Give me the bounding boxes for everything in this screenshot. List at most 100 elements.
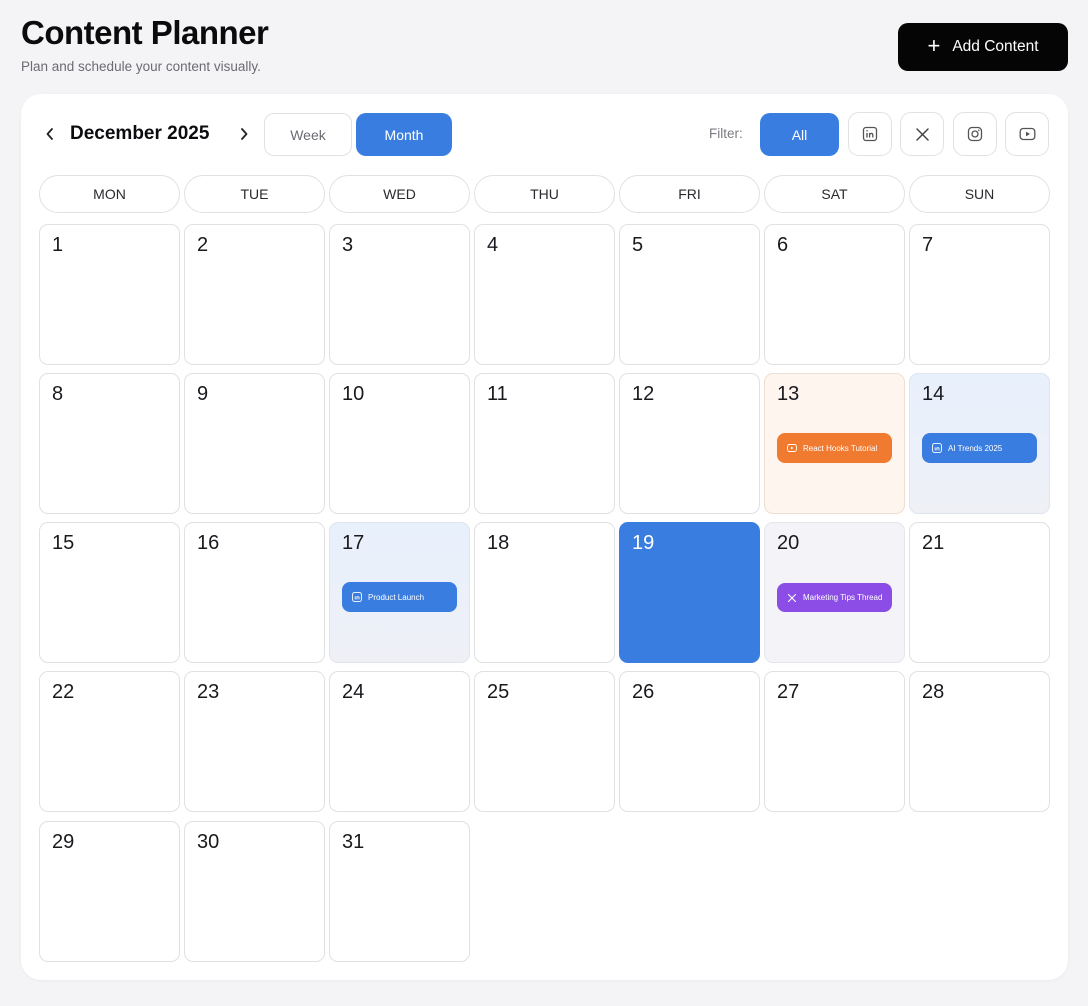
- day-cell-26[interactable]: 26: [619, 671, 760, 812]
- x-icon: [787, 593, 797, 602]
- day-number: 17: [342, 532, 365, 554]
- day-cell-1[interactable]: 1: [39, 224, 180, 365]
- day-cell-3[interactable]: 3: [329, 224, 470, 365]
- day-cell-20[interactable]: 20 Marketing Tips Thread: [764, 522, 905, 663]
- page-subtitle: Plan and schedule your content visually.: [21, 59, 261, 74]
- day-cell-4[interactable]: 4: [474, 224, 615, 365]
- weekday-header-fri: FRI: [619, 175, 760, 213]
- linkedin-icon: [932, 443, 942, 453]
- day-number: 25: [487, 681, 510, 703]
- linkedin-icon: [352, 592, 362, 602]
- x-icon: [915, 127, 929, 141]
- day-cell-11[interactable]: 11: [474, 373, 615, 514]
- day-number: 24: [342, 681, 365, 703]
- filter-x-button[interactable]: [900, 112, 944, 156]
- day-cell-5[interactable]: 5: [619, 224, 760, 365]
- event-chip-react-hooks-tutorial[interactable]: React Hooks Tutorial: [777, 433, 892, 463]
- day-number: 11: [487, 383, 508, 405]
- month-view-tab[interactable]: Month: [356, 113, 452, 156]
- day-cell-30[interactable]: 30: [184, 821, 325, 962]
- day-cell-31[interactable]: 31: [329, 821, 470, 962]
- instagram-icon: [967, 126, 983, 142]
- day-cell-27[interactable]: 27: [764, 671, 905, 812]
- linkedin-icon: [862, 126, 878, 142]
- add-content-label: Add Content: [952, 38, 1039, 55]
- prev-month-button[interactable]: [38, 122, 62, 146]
- day-number: 9: [197, 383, 209, 405]
- day-number: 16: [197, 532, 220, 554]
- weekday-header-tue: TUE: [184, 175, 325, 213]
- day-number: 10: [342, 383, 365, 405]
- page-title: Content Planner: [21, 14, 269, 51]
- day-number: 15: [52, 532, 75, 554]
- weekday-header-sun: SUN: [909, 175, 1050, 213]
- filter-linkedin-button[interactable]: [848, 112, 892, 156]
- next-month-button[interactable]: [232, 122, 256, 146]
- day-cell-22[interactable]: 22: [39, 671, 180, 812]
- day-number: 21: [922, 532, 945, 554]
- day-cell-9[interactable]: 9: [184, 373, 325, 514]
- event-title: Marketing Tips Thread: [803, 593, 883, 602]
- day-number: 31: [342, 831, 365, 853]
- day-number: 7: [922, 234, 934, 256]
- day-cell-6[interactable]: 6: [764, 224, 905, 365]
- chevron-right-icon: [241, 128, 248, 140]
- weekday-header-thu: THU: [474, 175, 615, 213]
- day-number: 27: [777, 681, 800, 703]
- plus-icon: +: [927, 33, 941, 58]
- day-cell-24[interactable]: 24: [329, 671, 470, 812]
- weekday-header-sat: SAT: [764, 175, 905, 213]
- day-number: 2: [197, 234, 209, 256]
- chevron-left-icon: [46, 128, 53, 140]
- month-label: December 2025: [70, 123, 210, 144]
- day-cell-28[interactable]: 28: [909, 671, 1050, 812]
- filter-label: Filter:: [709, 126, 743, 141]
- day-number: 19: [632, 532, 655, 554]
- day-cell-12[interactable]: 12: [619, 373, 760, 514]
- day-cell-15[interactable]: 15: [39, 522, 180, 663]
- day-number: 18: [487, 532, 510, 554]
- day-number: 1: [52, 234, 64, 256]
- day-cell-29[interactable]: 29: [39, 821, 180, 962]
- filter-all-button[interactable]: All: [760, 113, 839, 156]
- day-number: 12: [632, 383, 655, 405]
- day-cell-7[interactable]: 7: [909, 224, 1050, 365]
- day-cell-16[interactable]: 16: [184, 522, 325, 663]
- day-number: 5: [632, 234, 644, 256]
- day-cell-18[interactable]: 18: [474, 522, 615, 663]
- day-cell-17[interactable]: 17 Product Launch: [329, 522, 470, 663]
- day-number: 6: [777, 234, 789, 256]
- day-cell-10[interactable]: 10: [329, 373, 470, 514]
- day-number: 3: [342, 234, 354, 256]
- youtube-icon: [787, 444, 797, 452]
- day-number: 26: [632, 681, 655, 703]
- event-chip-marketing-tips-thread[interactable]: Marketing Tips Thread: [777, 583, 892, 612]
- event-title: AI Trends 2025: [948, 443, 1003, 453]
- day-number: 29: [52, 831, 75, 853]
- day-cell-13[interactable]: 13 React Hooks Tutorial: [764, 373, 905, 514]
- day-number: 13: [777, 383, 800, 405]
- day-number: 20: [777, 532, 800, 554]
- day-number: 14: [922, 383, 945, 405]
- day-number: 30: [197, 831, 220, 853]
- day-cell-19-today[interactable]: 19: [619, 522, 760, 663]
- event-title: Product Launch: [368, 592, 425, 602]
- event-chip-ai-trends-2025[interactable]: AI Trends 2025: [922, 433, 1037, 463]
- day-number: 22: [52, 681, 75, 703]
- filter-instagram-button[interactable]: [953, 112, 997, 156]
- day-number: 28: [922, 681, 945, 703]
- day-cell-2[interactable]: 2: [184, 224, 325, 365]
- day-cell-25[interactable]: 25: [474, 671, 615, 812]
- day-cell-23[interactable]: 23: [184, 671, 325, 812]
- week-view-tab[interactable]: Week: [264, 113, 352, 156]
- event-chip-product-launch[interactable]: Product Launch: [342, 582, 457, 612]
- day-number: 4: [487, 234, 499, 256]
- weekday-header-wed: WED: [329, 175, 470, 213]
- add-content-button[interactable]: + Add Content: [898, 23, 1068, 71]
- day-cell-14[interactable]: 14 AI Trends 2025: [909, 373, 1050, 514]
- day-cell-8[interactable]: 8: [39, 373, 180, 514]
- event-title: React Hooks Tutorial: [803, 443, 878, 453]
- day-cell-21[interactable]: 21: [909, 522, 1050, 663]
- filter-youtube-button[interactable]: [1005, 112, 1049, 156]
- day-number: 8: [52, 383, 64, 405]
